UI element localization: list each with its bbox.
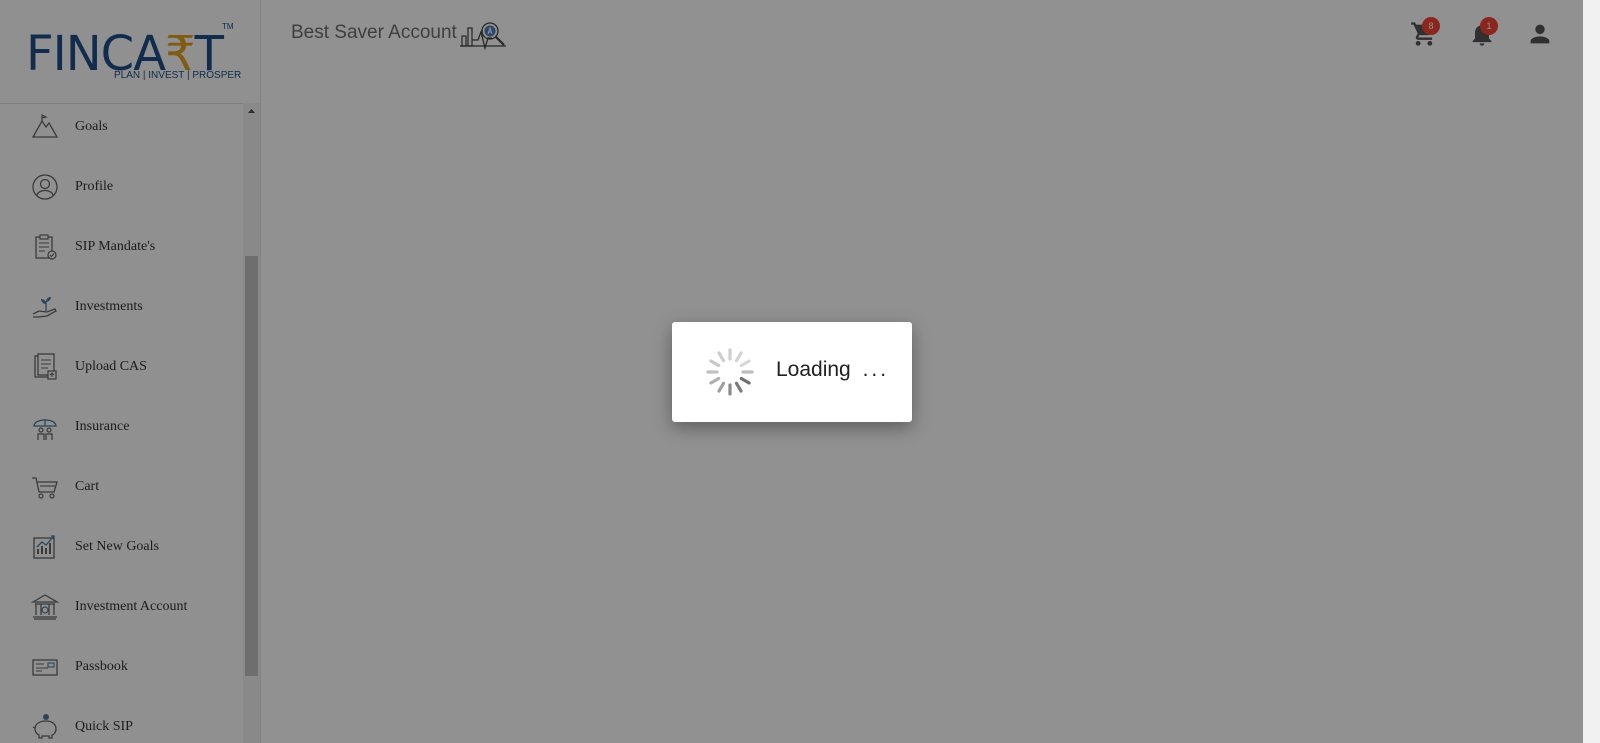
window-scrollbar[interactable]: [1583, 0, 1600, 743]
loading-ellipsis: ...: [862, 358, 890, 381]
loading-label: Loading ...: [776, 358, 890, 381]
loading-spinner-icon: [706, 348, 754, 396]
loading-dialog: Loading ...: [672, 322, 912, 422]
